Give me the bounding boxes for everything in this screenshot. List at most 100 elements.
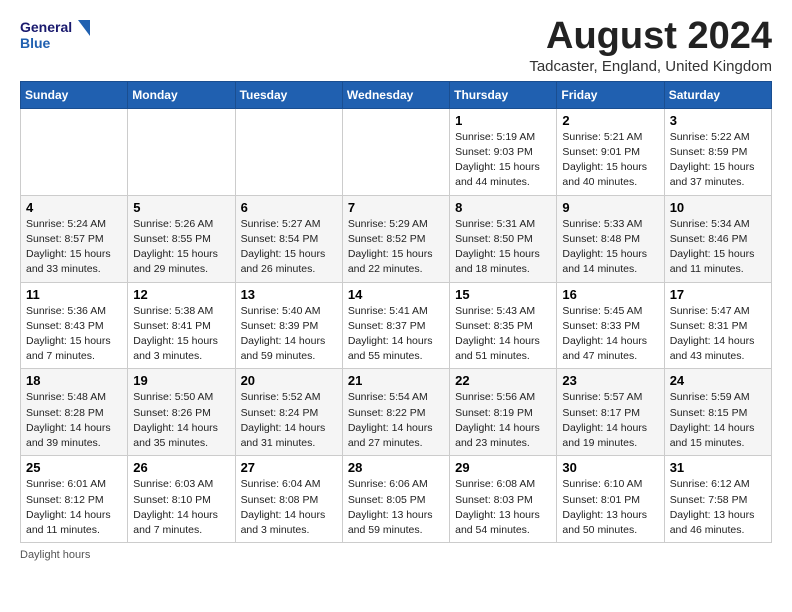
day-number: 25 xyxy=(26,460,122,475)
calendar-week-row: 11 Sunrise: 5:36 AM Sunset: 8:43 PM Dayli… xyxy=(21,282,772,369)
calendar-cell: 16 Sunrise: 5:45 AM Sunset: 8:33 PM Dayli… xyxy=(557,282,664,369)
calendar-week-row: 4Sunrise: 5:24 AM Sunset: 8:57 PM Daylig… xyxy=(21,195,772,282)
calendar-week-row: 18Sunrise: 5:48 AM Sunset: 8:28 PM Dayli… xyxy=(21,369,772,456)
weekday-header-tuesday: Tuesday xyxy=(235,81,342,108)
calendar-cell: 14Sunrise: 5:41 AM Sunset: 8:37 PM Dayli… xyxy=(342,282,449,369)
calendar-cell: 12 Sunrise: 5:38 AM Sunset: 8:41 PM Dayli… xyxy=(128,282,235,369)
weekday-row: SundayMondayTuesdayWednesdayThursdayFrid… xyxy=(21,81,772,108)
location-title: Tadcaster, England, United Kingdom xyxy=(529,58,772,75)
day-info: Sunrise: 5:57 AM Sunset: 8:17 PM Dayligh… xyxy=(562,390,658,451)
month-title: August 2024 xyxy=(529,16,772,58)
day-number: 10 xyxy=(670,200,766,215)
day-number: 17 xyxy=(670,287,766,302)
day-number: 13 xyxy=(241,287,337,302)
day-number: 8 xyxy=(455,200,551,215)
calendar-cell: 22 Sunrise: 5:56 AM Sunset: 8:19 PM Dayli… xyxy=(450,369,557,456)
day-number: 7 xyxy=(348,200,444,215)
calendar-cell: 28 Sunrise: 6:06 AM Sunset: 8:05 PM Dayli… xyxy=(342,456,449,543)
day-info: Sunrise: 5:38 AM Sunset: 8:41 PM Dayligh… xyxy=(133,304,229,365)
day-info: Sunrise: 6:04 AM Sunset: 8:08 PM Dayligh… xyxy=(241,477,337,538)
day-info: Sunrise: 5:34 AM Sunset: 8:46 PM Dayligh… xyxy=(670,217,766,278)
header: General Blue August 2024 Tadcaster, Engl… xyxy=(20,16,772,75)
calendar-cell: 26 Sunrise: 6:03 AM Sunset: 8:10 PM Dayli… xyxy=(128,456,235,543)
day-info: Sunrise: 5:45 AM Sunset: 8:33 PM Dayligh… xyxy=(562,304,658,365)
day-number: 24 xyxy=(670,373,766,388)
day-info: Sunrise: 5:59 AM Sunset: 8:15 PM Dayligh… xyxy=(670,390,766,451)
calendar-cell: 7 Sunrise: 5:29 AM Sunset: 8:52 PM Daylig… xyxy=(342,195,449,282)
calendar-cell: 21 Sunrise: 5:54 AM Sunset: 8:22 PM Dayli… xyxy=(342,369,449,456)
day-info: Sunrise: 6:08 AM Sunset: 8:03 PM Dayligh… xyxy=(455,477,551,538)
day-number: 15 xyxy=(455,287,551,302)
calendar-cell: 1Sunrise: 5:19 AM Sunset: 9:03 PM Daylig… xyxy=(450,108,557,195)
day-number: 2 xyxy=(562,113,658,128)
title-block: August 2024 Tadcaster, England, United K… xyxy=(529,16,772,75)
calendar-cell: 18Sunrise: 5:48 AM Sunset: 8:28 PM Dayli… xyxy=(21,369,128,456)
day-info: Sunrise: 5:52 AM Sunset: 8:24 PM Dayligh… xyxy=(241,390,337,451)
day-info: Sunrise: 5:24 AM Sunset: 8:57 PM Dayligh… xyxy=(26,217,122,278)
day-info: Sunrise: 5:47 AM Sunset: 8:31 PM Dayligh… xyxy=(670,304,766,365)
day-number: 9 xyxy=(562,200,658,215)
calendar-cell: 25Sunrise: 6:01 AM Sunset: 8:12 PM Dayli… xyxy=(21,456,128,543)
day-info: Sunrise: 5:36 AM Sunset: 8:43 PM Dayligh… xyxy=(26,304,122,365)
day-number: 12 xyxy=(133,287,229,302)
day-number: 11 xyxy=(26,287,122,302)
day-number: 30 xyxy=(562,460,658,475)
day-number: 20 xyxy=(241,373,337,388)
calendar-cell: 30 Sunrise: 6:10 AM Sunset: 8:01 PM Dayli… xyxy=(557,456,664,543)
day-info: Sunrise: 6:06 AM Sunset: 8:05 PM Dayligh… xyxy=(348,477,444,538)
day-number: 27 xyxy=(241,460,337,475)
weekday-header-thursday: Thursday xyxy=(450,81,557,108)
calendar-cell: 24 Sunrise: 5:59 AM Sunset: 8:15 PM Dayli… xyxy=(664,369,771,456)
day-info: Sunrise: 6:12 AM Sunset: 7:58 PM Dayligh… xyxy=(670,477,766,538)
calendar-cell: 29 Sunrise: 6:08 AM Sunset: 8:03 PM Dayli… xyxy=(450,456,557,543)
calendar-cell xyxy=(342,108,449,195)
day-number: 26 xyxy=(133,460,229,475)
footer-note: Daylight hours xyxy=(20,549,772,561)
day-number: 14 xyxy=(348,287,444,302)
calendar-cell: 20 Sunrise: 5:52 AM Sunset: 8:24 PM Dayli… xyxy=(235,369,342,456)
calendar-cell: 10 Sunrise: 5:34 AM Sunset: 8:46 PM Dayli… xyxy=(664,195,771,282)
calendar-cell: 27 Sunrise: 6:04 AM Sunset: 8:08 PM Dayli… xyxy=(235,456,342,543)
calendar-cell: 13 Sunrise: 5:40 AM Sunset: 8:39 PM Dayli… xyxy=(235,282,342,369)
weekday-header-wednesday: Wednesday xyxy=(342,81,449,108)
calendar-cell: 3Sunrise: 5:22 AM Sunset: 8:59 PM Daylig… xyxy=(664,108,771,195)
day-info: Sunrise: 5:40 AM Sunset: 8:39 PM Dayligh… xyxy=(241,304,337,365)
calendar-week-row: 25Sunrise: 6:01 AM Sunset: 8:12 PM Dayli… xyxy=(21,456,772,543)
day-info: Sunrise: 6:03 AM Sunset: 8:10 PM Dayligh… xyxy=(133,477,229,538)
logo: General Blue xyxy=(20,16,90,56)
day-info: Sunrise: 5:26 AM Sunset: 8:55 PM Dayligh… xyxy=(133,217,229,278)
calendar-cell: 9Sunrise: 5:33 AM Sunset: 8:48 PM Daylig… xyxy=(557,195,664,282)
day-number: 16 xyxy=(562,287,658,302)
calendar-cell: 2Sunrise: 5:21 AM Sunset: 9:01 PM Daylig… xyxy=(557,108,664,195)
day-number: 31 xyxy=(670,460,766,475)
day-info: Sunrise: 5:56 AM Sunset: 8:19 PM Dayligh… xyxy=(455,390,551,451)
calendar-cell: 17 Sunrise: 5:47 AM Sunset: 8:31 PM Dayli… xyxy=(664,282,771,369)
day-number: 19 xyxy=(133,373,229,388)
day-info: Sunrise: 5:50 AM Sunset: 8:26 PM Dayligh… xyxy=(133,390,229,451)
calendar-cell: 6Sunrise: 5:27 AM Sunset: 8:54 PM Daylig… xyxy=(235,195,342,282)
day-info: Sunrise: 6:10 AM Sunset: 8:01 PM Dayligh… xyxy=(562,477,658,538)
svg-text:General: General xyxy=(20,19,72,35)
calendar-header: SundayMondayTuesdayWednesdayThursdayFrid… xyxy=(21,81,772,108)
svg-text:Blue: Blue xyxy=(20,35,51,51)
day-number: 23 xyxy=(562,373,658,388)
weekday-header-friday: Friday xyxy=(557,81,664,108)
day-number: 29 xyxy=(455,460,551,475)
calendar-body: 1Sunrise: 5:19 AM Sunset: 9:03 PM Daylig… xyxy=(21,108,772,542)
day-info: Sunrise: 5:22 AM Sunset: 8:59 PM Dayligh… xyxy=(670,130,766,191)
calendar-cell: 4Sunrise: 5:24 AM Sunset: 8:57 PM Daylig… xyxy=(21,195,128,282)
day-number: 22 xyxy=(455,373,551,388)
day-number: 1 xyxy=(455,113,551,128)
day-number: 28 xyxy=(348,460,444,475)
day-info: Sunrise: 5:54 AM Sunset: 8:22 PM Dayligh… xyxy=(348,390,444,451)
day-number: 5 xyxy=(133,200,229,215)
calendar-page: General Blue August 2024 Tadcaster, Engl… xyxy=(0,0,792,573)
day-info: Sunrise: 5:27 AM Sunset: 8:54 PM Dayligh… xyxy=(241,217,337,278)
weekday-header-sunday: Sunday xyxy=(21,81,128,108)
day-info: Sunrise: 5:29 AM Sunset: 8:52 PM Dayligh… xyxy=(348,217,444,278)
calendar-cell: 11 Sunrise: 5:36 AM Sunset: 8:43 PM Dayli… xyxy=(21,282,128,369)
calendar-cell xyxy=(21,108,128,195)
day-number: 21 xyxy=(348,373,444,388)
calendar-cell: 19 Sunrise: 5:50 AM Sunset: 8:26 PM Dayli… xyxy=(128,369,235,456)
day-number: 18 xyxy=(26,373,122,388)
